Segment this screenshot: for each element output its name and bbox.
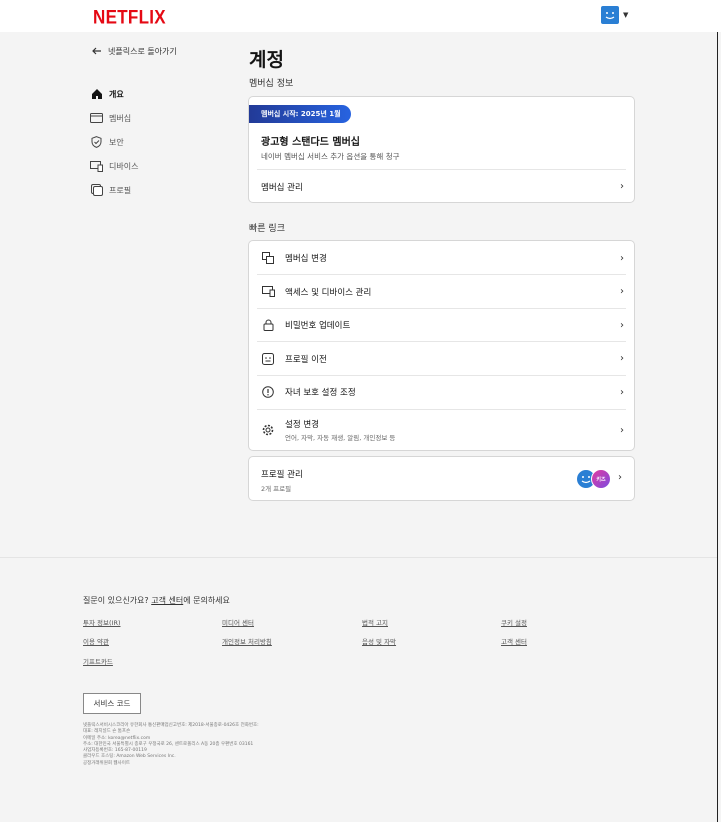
caret-down-icon: ▼ [623,11,629,19]
manage-profiles-card[interactable]: 프로필 관리 2개 프로필 키즈 › [248,456,635,501]
sidebar-item-label: 프로필 [109,185,132,195]
sidebar-item-security[interactable]: 보안 [90,130,138,154]
warning-icon [261,385,275,399]
devices-icon [261,285,275,299]
sidebar-item-label: 개요 [109,89,124,99]
chevron-right-icon: › [620,181,624,192]
sidebar-item-label: 멤버십 [109,113,132,123]
quick-link-profile-transfer[interactable]: 프로필 이전 › [249,342,636,375]
chevron-right-icon: › [620,353,624,364]
arrow-left-icon [92,47,102,57]
back-label: 넷플릭스로 돌아가기 [108,47,177,56]
footer-question: 질문이 있으신가요? 고객 센터에 문의하세요 [83,595,230,606]
quick-link-update-password[interactable]: 비밀번호 업데이트 › [249,308,636,342]
back-to-netflix-link[interactable]: 넷플릭스로 돌아가기 [92,46,177,57]
membership-start-badge: 멤버십 시작: 2025년 1월 [249,105,351,123]
manage-profiles-label: 프로필 관리 [261,470,303,480]
profiles-count: 2개 프로필 [261,485,292,493]
quick-link-label: 비밀번호 업데이트 [285,321,351,331]
legal-info: 넷플릭스서비시스코리아 유한회사 통신판매업신고번호: 제2018-서울종로-0… [83,723,259,767]
sidebar-item-profiles[interactable]: 프로필 [90,178,138,202]
chevron-right-icon: › [620,386,624,398]
manage-membership-label: 멤버십 관리 [261,182,303,193]
footer-link[interactable]: 개인정보 처리방침 [222,636,272,646]
plan-description: 네이버 멤버십 서비스 추가 옵션을 통해 청구 [261,152,400,161]
sidebar-item-label: 디바이스 [109,161,139,171]
footer-link[interactable]: 음성 및 자막 [362,636,396,646]
footer-link[interactable]: 쿠키 설정 [501,617,527,627]
chevron-right-icon: › [620,319,624,331]
devices-icon [90,160,103,173]
footer-link[interactable]: 이용 약관 [83,636,109,646]
gear-icon [261,423,275,437]
profile-transfer-icon [261,352,275,366]
footer-question-text: 질문이 있으신가요? [83,596,149,605]
profile-avatars: 키즈 [576,468,612,490]
kids-avatar-label: 키즈 [596,476,606,483]
home-icon [90,88,103,101]
footer-divider [0,557,717,558]
footer-link[interactable]: 법적 고지 [362,617,388,627]
quick-link-label: 멤버십 변경 [285,254,327,264]
profile-menu-button[interactable]: ▼ [601,6,628,24]
top-header: NETFLIX ▼ [0,0,721,32]
membership-section-label: 멤버십 정보 [249,79,294,89]
footer-link[interactable]: 기프트카드 [83,656,113,666]
sidebar-item-membership[interactable]: 멤버십 [90,106,138,130]
chevron-right-icon: › [620,252,624,264]
footer-link[interactable]: 미디어 센터 [222,617,254,627]
chevron-right-icon: › [618,472,622,483]
contact-center-link[interactable]: 고객 센터 [151,596,183,605]
quick-link-label: 액세스 및 디바이스 관리 [285,287,372,298]
quick-link-change-membership[interactable]: 멤버십 변경 › [249,241,636,275]
footer-link[interactable]: 투자 정보(IR) [83,617,121,627]
manage-membership-row[interactable]: 멤버십 관리 › [249,170,636,203]
manage-profiles-text: 프로필 관리 2개 프로필 [261,468,303,493]
quick-link-parental-controls[interactable]: 자녀 보호 설정 조정 › [249,375,636,409]
quick-link-change-settings[interactable]: 설정 변경 언어, 자막, 자동 재생, 알림, 개인정보 등 › [249,409,636,451]
sidebar-item-devices[interactable]: 디바이스 [90,154,138,178]
chevron-right-icon: › [620,286,624,297]
quick-link-access-devices[interactable]: 액세스 및 디바이스 관리 › [249,275,636,308]
swap-icon [261,251,275,265]
avatar [601,6,619,24]
quick-link-label: 설정 변경 [285,420,319,430]
card-icon [90,112,103,125]
shield-icon [90,136,103,149]
window-edge [717,32,718,822]
plan-name: 광고형 스탠다드 멤버십 [261,137,360,148]
chevron-right-icon: › [620,424,624,436]
sidebar-item-label: 보안 [109,137,124,147]
membership-card: 멤버십 시작: 2025년 1월 광고형 스탠다드 멤버십 네이버 멤버십 서비… [248,96,635,203]
netflix-logo[interactable]: NETFLIX [93,6,166,29]
service-code-button[interactable]: 서비스 코드 [83,693,141,714]
footer-question-tail: 에 문의하세요 [183,596,230,605]
legal-line: 공정거래위원회 웹사이트 [83,760,130,766]
quick-link-label: 자녀 보호 설정 조정 [285,388,356,398]
profiles-icon [90,184,103,197]
quick-link-label: 프로필 이전 [285,354,327,365]
kids-avatar: 키즈 [591,469,611,489]
sidebar-item-overview[interactable]: 개요 [90,82,138,106]
quick-links-section-label: 빠른 링크 [249,224,285,234]
sidebar-nav: 개요 멤버십 보안 디바이스 프로필 [90,82,138,202]
footer-link[interactable]: 고객 센터 [501,636,527,646]
lock-icon [261,318,275,332]
quick-links-card: 멤버십 변경 › 액세스 및 디바이스 관리 › 비밀번호 업데이트 › 프로필… [248,240,635,451]
page-title: 계정 [249,49,284,71]
quick-link-sublabel: 언어, 자막, 자동 재생, 알림, 개인정보 등 [285,434,396,442]
